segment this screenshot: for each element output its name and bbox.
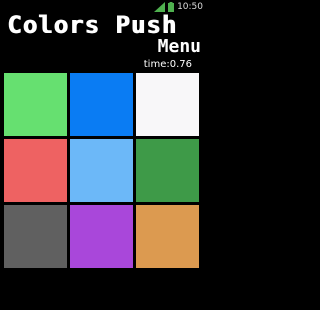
- color-tile-5[interactable]: [70, 139, 133, 202]
- menu-button[interactable]: Menu: [158, 37, 201, 57]
- color-tile-4[interactable]: [4, 139, 67, 202]
- color-tile-3[interactable]: [136, 73, 199, 136]
- status-clock: 10:50: [177, 1, 203, 12]
- color-tile-8[interactable]: [70, 205, 133, 268]
- timer-readout: time:0.76: [143, 59, 192, 70]
- color-tile-1[interactable]: [4, 73, 67, 136]
- game-title: Colors Push: [7, 11, 177, 39]
- battery-icon: [168, 1, 175, 12]
- color-tile-6[interactable]: [136, 139, 199, 202]
- color-grid: [4, 73, 203, 271]
- signal-icon: [154, 1, 166, 12]
- color-tile-9[interactable]: [136, 205, 199, 268]
- color-tile-7[interactable]: [4, 205, 67, 268]
- color-tile-2[interactable]: [70, 73, 133, 136]
